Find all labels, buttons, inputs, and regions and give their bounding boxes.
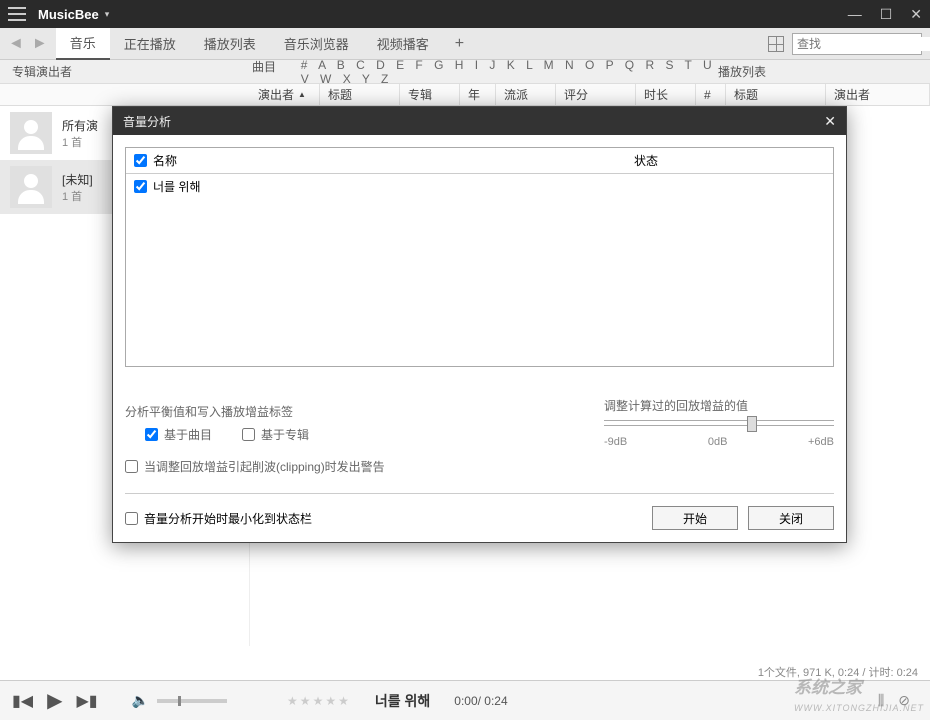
opt-clipping-warning[interactable]: 当调整回放增益引起削波(clipping)时发出警告 [125,458,834,475]
header-playlist-label: 播放列表 [718,63,918,80]
alpha-index[interactable]: # A B C D E F G H I J K L M N O P Q R S … [301,58,718,86]
slider-thumb[interactable] [747,416,757,432]
add-tab-icon[interactable]: + [443,35,476,53]
volume-slider[interactable] [157,699,227,703]
opt-minimize[interactable]: 音量分析开始时最小化到状态栏 [125,510,642,527]
col-num[interactable]: # [696,84,726,105]
player-bar: ▮◀ ▶ ▶▮ 🔈 ★★★★★ 너를 위해 0:00/ 0:24 ⫼ ⊘ [0,680,930,720]
dialog-titlebar: 音量分析 ✕ [113,107,846,135]
table-header: 名称 状态 [126,148,833,174]
maximize-icon[interactable]: ☐ [880,6,893,23]
tab-browser[interactable]: 音乐浏览器 [270,28,363,60]
divider [125,493,834,494]
artist-count: 1 首 [62,188,93,204]
row-name: 너를 위해 [153,178,201,195]
col-year[interactable]: 年 [460,84,496,105]
back-icon[interactable]: ◄ [8,35,24,53]
section-header: 专辑演出者 曲目 # A B C D E F G H I J K L M N O… [0,60,930,84]
start-button[interactable]: 开始 [652,506,738,530]
play-icon[interactable]: ▶ [47,688,62,713]
option-group-label: 分析平衡值和写入播放增益标签 [125,403,604,420]
title-dropdown-icon[interactable]: ▾ [105,9,110,20]
now-playing: ★★★★★ 너를 위해 0:00/ 0:24 [287,691,878,711]
opt-by-track[interactable]: 基于曲目 [145,426,212,443]
forward-icon[interactable]: ► [32,35,48,53]
header-artist-label: 专辑演出者 [12,63,252,80]
lastfm-icon[interactable]: ⊘ [898,692,910,709]
tab-music[interactable]: 音乐 [56,28,110,60]
avatar-icon [10,112,52,154]
app-title: MusicBee [38,7,99,22]
volume-icon[interactable]: 🔈 [132,692,149,709]
prev-track-icon[interactable]: ▮◀ [12,691,33,711]
slider-mark-mid: 0dB [708,436,728,448]
menu-icon[interactable] [8,7,26,21]
col-title[interactable]: 标题 [320,84,400,105]
volume-analysis-dialog: 音量分析 ✕ 名称 状态 너를 위해 分析平衡值和写入播放增益标签 基于曲目 基… [112,106,847,543]
close-icon[interactable]: ✕ [910,6,922,23]
search-box[interactable]: 🔍 [792,33,922,55]
header-track-label: 曲目 [252,58,301,86]
track-time: 0:00/ 0:24 [454,694,507,708]
artist-name: [未知] [62,171,93,188]
track-title: 너를 위해 [375,691,430,711]
close-button[interactable]: 关闭 [748,506,834,530]
tab-now-playing[interactable]: 正在播放 [110,28,190,60]
slider-mark-high: +6dB [808,436,834,448]
col-genre[interactable]: 流派 [496,84,556,105]
col-rating[interactable]: 评分 [556,84,636,105]
col-performer[interactable]: 演出者▲ [250,84,320,105]
col-name[interactable]: 名称 [153,152,177,169]
tab-video[interactable]: 视频播客 [363,28,443,60]
equalizer-icon[interactable]: ⫼ [878,692,884,709]
row-checkbox[interactable] [134,180,147,193]
sort-asc-icon: ▲ [298,90,306,99]
col-performer2[interactable]: 演出者 [826,84,930,105]
slider-label: 调整计算过的回放增益的值 [604,397,834,414]
gain-slider[interactable] [604,420,834,426]
col-state[interactable]: 状态 [634,152,825,169]
status-bar: 1个文件, 971 K, 0:24 / 计时: 0:24 [758,664,918,680]
col-album[interactable]: 专辑 [400,84,460,105]
avatar-icon [10,166,52,208]
table-row[interactable]: 너를 위해 [126,174,833,199]
tab-playlists[interactable]: 播放列表 [190,28,270,60]
titlebar: MusicBee ▾ — ☐ ✕ [0,0,930,28]
dialog-close-icon[interactable]: ✕ [824,113,836,130]
opt-by-album[interactable]: 基于专辑 [242,426,309,443]
columns-header: 演出者▲ 标题 专辑 年 流派 评分 时长 # 标题 演出者 [0,84,930,106]
col-duration[interactable]: 时长 [636,84,696,105]
select-all-checkbox[interactable] [134,154,147,167]
dialog-title: 音量分析 [123,113,171,130]
layout-grid-icon[interactable] [768,36,784,52]
slider-mark-low: -9dB [604,436,627,448]
col-title2[interactable]: 标题 [726,84,826,105]
artist-count: 1 首 [62,134,98,150]
next-track-icon[interactable]: ▶▮ [77,691,98,711]
minimize-icon[interactable]: — [848,6,862,23]
rating-stars[interactable]: ★★★★★ [287,694,351,708]
artist-name: 所有演 [62,117,98,134]
track-table: 名称 状态 너를 위해 [125,147,834,367]
window-controls: — ☐ ✕ [848,6,922,23]
search-input[interactable] [797,37,930,51]
navbar: ◄ ► 音乐 正在播放 播放列表 音乐浏览器 视频播客 + 🔍 [0,28,930,60]
